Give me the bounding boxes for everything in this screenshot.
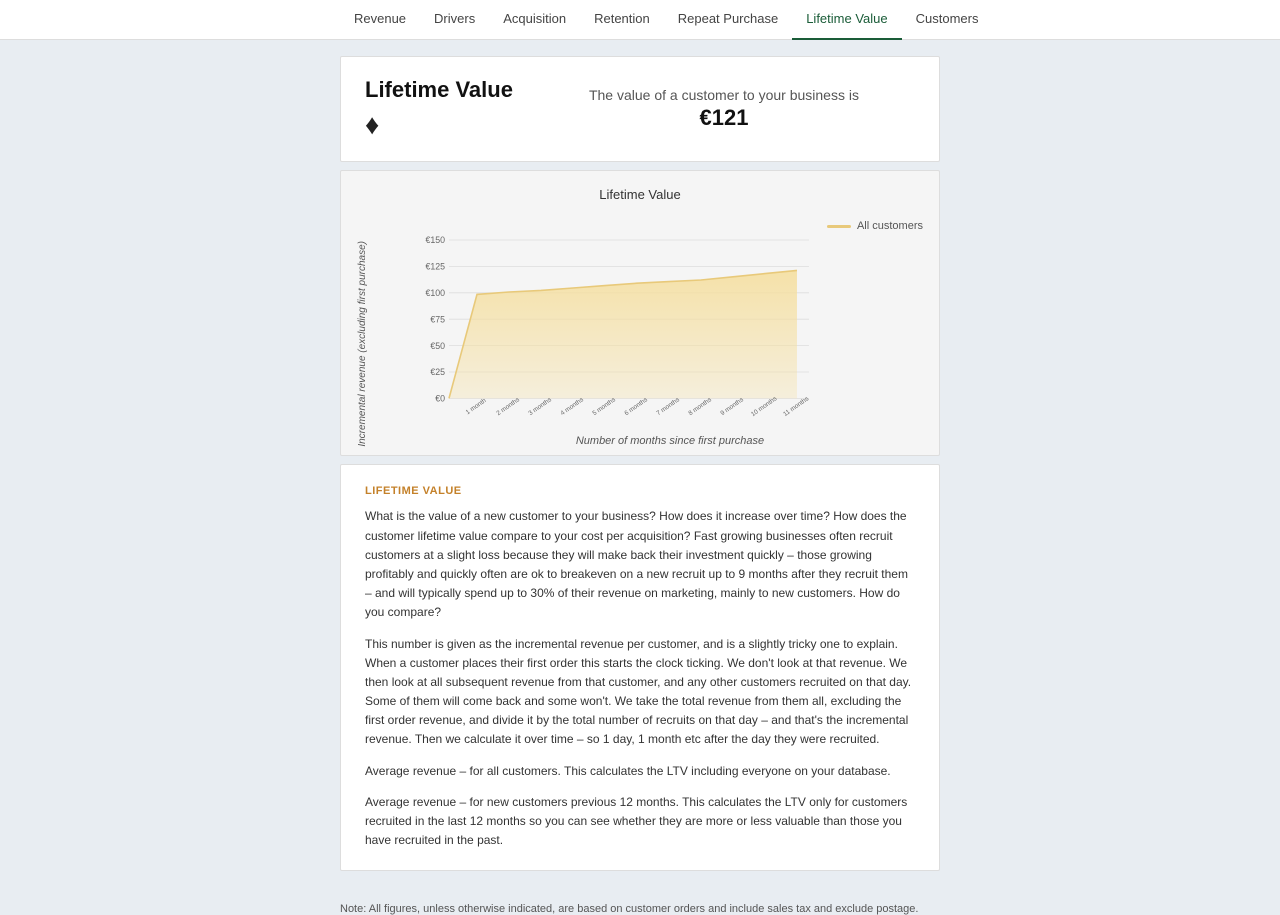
nav-item-retention[interactable]: Retention: [580, 0, 664, 40]
chart-svg: €150 €125 €100 €75 €50 €25 €0: [417, 210, 817, 430]
chart-container: Incremental revenue (excluding first pur…: [357, 210, 923, 447]
info-paragraph-4: Average revenue – for new customers prev…: [365, 793, 915, 851]
nav-item-revenue[interactable]: Revenue: [340, 0, 420, 40]
diamond-icon: ♦: [365, 109, 379, 141]
header-right: The value of a customer to your business…: [533, 87, 915, 131]
value-number: €121: [700, 105, 749, 131]
nav-item-acquisition[interactable]: Acquisition: [489, 0, 580, 40]
chart-legend: All customers: [827, 210, 923, 433]
chart-svg-wrapper: €150 €125 €100 €75 €50 €25 €0: [417, 210, 817, 433]
chart-area: €150 €125 €100 €75 €50 €25 €0: [417, 210, 923, 447]
page-wrapper: RevenueDriversAcquisitionRetentionRepeat…: [0, 0, 1280, 915]
header-card: Lifetime Value ♦ The value of a customer…: [340, 56, 940, 162]
svg-text:6 months: 6 months: [623, 397, 649, 418]
info-paragraph-2: This number is given as the incremental …: [365, 635, 915, 750]
nav-item-lifetime-value[interactable]: Lifetime Value: [792, 0, 901, 40]
legend-line: [827, 225, 851, 228]
page-title: Lifetime Value: [365, 77, 513, 103]
nav-item-drivers[interactable]: Drivers: [420, 0, 489, 40]
svg-text:2 months: 2 months: [495, 397, 521, 418]
svg-text:€100: €100: [425, 288, 445, 298]
nav-bar: RevenueDriversAcquisitionRetentionRepeat…: [0, 0, 1280, 40]
info-paragraph-3: Average revenue – for all customers. Thi…: [365, 762, 915, 781]
nav-item-repeat-purchase[interactable]: Repeat Purchase: [664, 0, 792, 40]
svg-text:4 months: 4 months: [559, 397, 585, 418]
svg-text:€150: €150: [425, 236, 445, 246]
legend-all-customers: All customers: [827, 220, 923, 232]
main-content: Lifetime Value ♦ The value of a customer…: [0, 40, 1280, 899]
svg-text:11 months: 11 months: [782, 396, 810, 419]
value-label: The value of a customer to your business…: [589, 87, 859, 103]
svg-text:€125: €125: [425, 262, 445, 272]
x-axis-label: Number of months since first purchase: [417, 435, 923, 447]
svg-text:€0: €0: [435, 394, 445, 404]
svg-text:9 months: 9 months: [719, 397, 745, 418]
y-axis-label: Incremental revenue (excluding first pur…: [357, 211, 417, 447]
svg-text:€75: €75: [430, 315, 445, 325]
chart-card: Lifetime Value Incremental revenue (excl…: [340, 170, 940, 456]
svg-text:1 month: 1 month: [465, 397, 488, 416]
chart-area-fill: [449, 271, 797, 399]
svg-text:3 months: 3 months: [527, 397, 553, 418]
info-card: LIFETIME VALUE What is the value of a ne…: [340, 464, 940, 871]
chart-title: Lifetime Value: [357, 187, 923, 202]
nav-item-customers[interactable]: Customers: [902, 0, 993, 40]
svg-text:8 months: 8 months: [687, 397, 713, 418]
chart-and-legend: €150 €125 €100 €75 €50 €25 €0: [417, 210, 923, 433]
svg-text:€50: €50: [430, 341, 445, 351]
svg-text:€25: €25: [430, 368, 445, 378]
info-paragraph-1: What is the value of a new customer to y…: [365, 507, 915, 622]
svg-text:7 months: 7 months: [655, 397, 681, 418]
header-left: Lifetime Value ♦: [365, 77, 513, 141]
note-text: Note: All figures, unless otherwise indi…: [0, 903, 1280, 915]
svg-text:5 months: 5 months: [591, 397, 617, 418]
legend-label: All customers: [857, 220, 923, 232]
section-label: LIFETIME VALUE: [365, 485, 915, 497]
